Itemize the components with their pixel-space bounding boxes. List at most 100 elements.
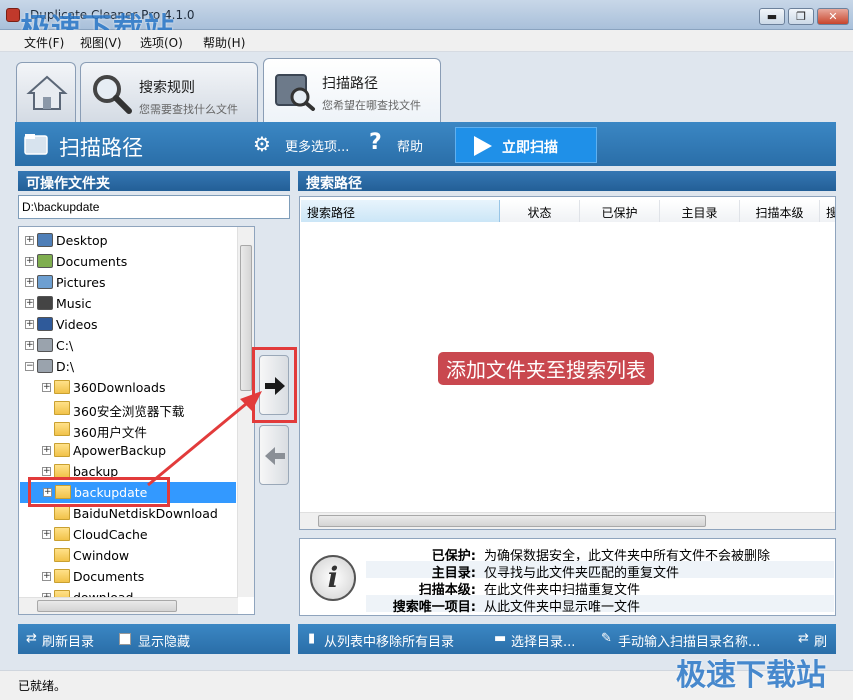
tree-expander[interactable]: − (25, 362, 34, 371)
gear-icon: ⚙ (253, 132, 271, 156)
play-icon (474, 136, 492, 156)
status-text: 已就绪。 (18, 679, 67, 693)
tree-item[interactable]: + Documents (19, 251, 235, 272)
tree-item[interactable]: + CloudCache (19, 524, 235, 545)
folder-icon (54, 443, 70, 457)
tree-item-label: Desktop (56, 233, 108, 248)
pencil-icon: ✎ (601, 631, 612, 646)
select-directory-button[interactable]: 选择目录... (511, 631, 575, 650)
tree-item-label: Documents (56, 254, 128, 269)
folder-path-input[interactable] (18, 195, 290, 219)
column-header[interactable]: 状态 (500, 200, 580, 222)
right-panel-header: 搜索路径 (298, 171, 836, 192)
help-icon: ? (369, 130, 382, 155)
tree-item[interactable]: Cwindow (19, 545, 235, 566)
column-header[interactable]: 搜 (820, 200, 835, 222)
column-header[interactable]: 搜索路径 (301, 200, 500, 222)
menu-view[interactable]: 视图(V) (80, 34, 122, 51)
folder-icon (54, 380, 70, 394)
show-hidden-label[interactable]: 显示隐藏 (138, 631, 190, 650)
refresh-directory-button[interactable]: 刷新目录 (42, 631, 94, 650)
tree-item-label: BaiduNetdiskDownload (73, 506, 218, 521)
tree-item[interactable]: + C:\ (19, 335, 235, 356)
menu-help[interactable]: 帮助(H) (203, 34, 245, 51)
search-path-table[interactable]: 搜索路径 状态 已保护 主目录 扫描本级 搜 添加文件夹至搜索列表 (299, 196, 836, 530)
folder-icon (54, 422, 70, 436)
info-row: 扫描本级: 在此文件夹中扫描重复文件 (366, 578, 834, 598)
videos-icon (37, 317, 53, 331)
show-hidden-checkbox[interactable] (119, 633, 131, 645)
tree-expander[interactable]: + (42, 446, 51, 455)
tree-expander[interactable]: + (25, 278, 34, 287)
annotation-arrow (147, 391, 262, 487)
column-header[interactable]: 主目录 (660, 200, 740, 222)
tree-expander[interactable]: + (25, 257, 34, 266)
scrollbar-thumb[interactable] (318, 515, 706, 527)
tree-expander[interactable]: + (25, 320, 34, 329)
tree-expander[interactable]: + (42, 467, 51, 476)
remove-all-button[interactable]: 从列表中移除所有目录 (324, 631, 454, 650)
documents-icon (37, 254, 53, 268)
tree-expander[interactable]: + (25, 341, 34, 350)
tab-title: 扫描路径 (322, 76, 378, 92)
tree-item-label: Pictures (56, 275, 106, 290)
minimize-button[interactable]: ▬ (759, 8, 785, 25)
close-button[interactable]: ✕ (817, 8, 849, 25)
refresh-button[interactable]: 刷 (814, 631, 827, 650)
folder-icon (54, 506, 70, 520)
info-icon: i (310, 555, 356, 601)
refresh-icon: ⇄ (798, 631, 809, 646)
folder-icon: ▬ (494, 631, 507, 646)
info-row: 搜索唯一项目: 从此文件夹中显示唯一文件 (366, 595, 834, 615)
column-header[interactable]: 扫描本级 (740, 200, 820, 222)
desktop-icon (37, 233, 53, 247)
tree-item-label: CloudCache (73, 527, 148, 542)
tree-horizontal-scrollbar[interactable] (19, 597, 238, 614)
folder-icon (54, 569, 70, 583)
more-options-link[interactable]: 更多选项... (285, 136, 349, 155)
folder-icon (54, 527, 70, 541)
menu-file[interactable]: 文件(F) (24, 34, 64, 51)
scan-now-button[interactable]: 立即扫描 (455, 127, 597, 163)
tree-expander[interactable]: + (42, 572, 51, 581)
manual-input-button[interactable]: 手动输入扫描目录名称... (618, 631, 760, 650)
tree-item-label: D:\ (56, 359, 75, 374)
menu-options[interactable]: 选项(O) (140, 34, 183, 51)
folder-icon (54, 401, 70, 415)
scrollbar-thumb[interactable] (240, 245, 252, 391)
tree-item-label: 360用户文件 (73, 425, 147, 440)
column-header[interactable]: 已保护 (580, 200, 660, 222)
tree-item[interactable]: + Desktop (19, 230, 235, 251)
tree-item-label: Documents (73, 569, 145, 584)
tab-title: 搜索规则 (139, 80, 195, 96)
info-row: 主目录: 仅寻找与此文件夹匹配的重复文件 (366, 561, 834, 581)
tree-item[interactable]: + Pictures (19, 272, 235, 293)
tree-expander[interactable]: + (25, 236, 34, 245)
tab-scan-path[interactable]: 扫描路径 您希望在哪查找文件 (263, 58, 441, 122)
folder-icon (54, 548, 70, 562)
table-horizontal-scrollbar[interactable] (300, 512, 835, 529)
scrollbar-thumb[interactable] (37, 600, 177, 612)
tab-home[interactable] (16, 62, 76, 122)
tree-item[interactable]: + Music (19, 293, 235, 314)
tree-item-label: C:\ (56, 338, 74, 353)
tree-expander[interactable]: + (42, 383, 51, 392)
maximize-button[interactable]: ❐ (788, 8, 814, 25)
help-link[interactable]: 帮助 (397, 136, 423, 155)
tree-expander[interactable]: + (25, 299, 34, 308)
tab-search-rules[interactable]: 搜索规则 您需要查找什么文件 (80, 62, 258, 122)
tree-expander[interactable]: + (42, 530, 51, 539)
tree-item[interactable]: + Documents (19, 566, 235, 587)
refresh-icon: ⇄ (26, 631, 37, 646)
title-bar: Duplicate Cleaner Pro 4.1.0 极速下载站 ▬ ❐ ✕ (0, 0, 853, 47)
info-panel: i 已保护: 为确保数据安全，此文件夹中所有文件不会被删除 主目录: 仅寻找与此… (299, 538, 836, 616)
info-key: 搜索唯一项目: (392, 600, 476, 615)
music-icon (37, 296, 53, 310)
left-bottom-bar: ⇄ 刷新目录 显示隐藏 (18, 624, 290, 654)
tree-item[interactable]: + Videos (19, 314, 235, 335)
watermark-bottom: 极速下载站 (676, 658, 826, 693)
tree-item[interactable]: − D:\ (19, 356, 235, 377)
hint-label: 添加文件夹至搜索列表 (438, 352, 654, 385)
left-panel-header: 可操作文件夹 (18, 171, 290, 192)
toolbar-title: 扫描路径 (59, 136, 143, 160)
